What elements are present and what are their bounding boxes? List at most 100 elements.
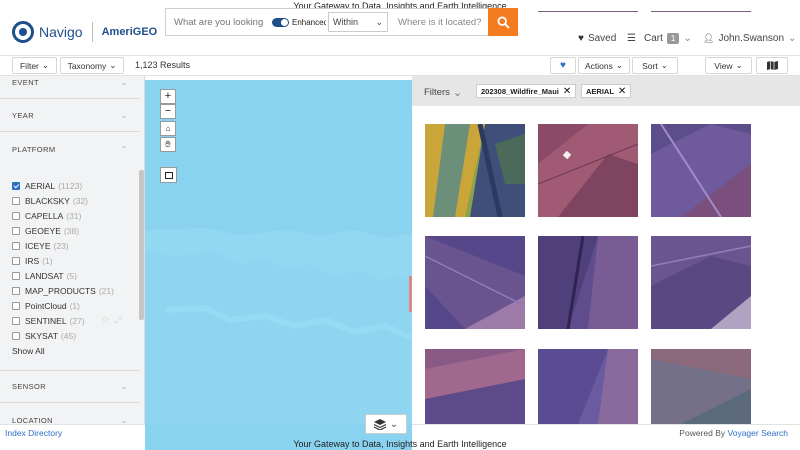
facet-checkbox[interactable] <box>12 197 20 205</box>
facet-section-event[interactable]: EVENT ⌄ <box>0 76 140 99</box>
actions-label: Actions <box>585 60 613 71</box>
taxonomy-label: Taxonomy <box>67 60 107 71</box>
voyager-search-link[interactable]: Voyager Search <box>728 428 788 438</box>
result-thumbnail[interactable] <box>425 236 525 329</box>
cart-count-badge: 1 <box>666 32 680 44</box>
search-bar: Enhanced Within ⌄ Where is it located? <box>165 8 517 36</box>
result-thumbnail[interactable] <box>651 349 751 424</box>
favorites-button[interactable]: ♥ <box>550 57 576 74</box>
facet-checkbox[interactable] <box>12 332 20 340</box>
show-all-link[interactable]: Show All <box>12 344 45 358</box>
home-extent-button[interactable]: ⌂ <box>160 121 176 136</box>
platform-facet-item[interactable]: SKYSAT (45) <box>12 329 76 343</box>
navigo-logo-icon <box>12 21 34 43</box>
result-thumbnail[interactable] <box>651 236 751 329</box>
zoom-in-button[interactable]: + <box>160 89 176 104</box>
aerial-image <box>538 124 638 217</box>
taxonomy-button[interactable]: Taxonomy ⌄ <box>60 57 124 74</box>
platform-facet-item[interactable]: PointCloud (1) <box>12 299 80 313</box>
platform-facet-item[interactable]: AERIAL (1123) <box>12 179 82 193</box>
facet-checkbox[interactable] <box>12 287 20 295</box>
logo-text: Navigo <box>39 24 83 40</box>
map-view[interactable] <box>145 80 412 448</box>
star-icon[interactable]: ☆ <box>101 315 110 326</box>
facet-checkbox[interactable] <box>12 257 20 265</box>
filter-chip-label: AERIAL <box>586 86 614 96</box>
saved-link[interactable]: ♥ Saved <box>578 28 616 48</box>
facet-label: IRS <box>25 256 40 266</box>
remove-filter-icon[interactable]: ✕ <box>618 86 626 97</box>
facet-checkbox[interactable] <box>12 302 20 310</box>
facet-section-sensor[interactable]: SENSOR ⌄ <box>0 370 140 403</box>
facet-sidebar: EVENT ⌄ YEAR ⌄ PLATFORM ⌃ AERIAL (1123) BL… <box>0 76 145 424</box>
facet-count: (21) <box>98 286 114 296</box>
filter-chip-label: 202308_Wildfire_Maui <box>481 86 559 96</box>
sidebar-scrollbar[interactable] <box>139 170 144 320</box>
search-button[interactable] <box>488 8 518 36</box>
cart-button[interactable]: ☰ Cart 1 ⌄ <box>627 28 692 48</box>
home-icon: ⌂ <box>165 123 171 133</box>
layers-button-overlay[interactable]: ⌄ <box>365 414 407 434</box>
result-thumbnail[interactable] <box>538 124 638 217</box>
search-input[interactable] <box>166 9 269 35</box>
platform-facet-item[interactable]: SENTINEL (27) <box>12 314 85 328</box>
chevron-down-icon: ⌄ <box>389 418 399 430</box>
sort-button[interactable]: Sort ⌄ <box>632 57 678 74</box>
enhanced-toggle[interactable] <box>272 17 289 27</box>
facet-checkbox[interactable] <box>12 227 20 235</box>
result-thumbnail[interactable] <box>425 349 525 424</box>
result-thumbnail[interactable] <box>538 236 638 329</box>
draw-rectangle-button[interactable] <box>160 167 177 183</box>
facet-label: CAPELLA <box>25 211 64 221</box>
user-icon: 👤︎ <box>703 32 715 43</box>
chevron-down-icon: ⌄ <box>41 60 49 70</box>
map-toggle-button[interactable] <box>756 57 788 74</box>
aerial-image <box>651 349 751 424</box>
view-button[interactable]: View ⌄ <box>705 57 752 74</box>
facet-checkbox[interactable] <box>12 242 20 250</box>
platform-facet-item[interactable]: MAP_PRODUCTS (21) <box>12 284 114 298</box>
platform-facet-item[interactable]: ICEYE (23) <box>12 239 69 253</box>
facet-checkbox[interactable] <box>12 212 20 220</box>
filter-chip: AERIAL ✕ <box>581 84 632 98</box>
result-thumbnail[interactable] <box>651 124 751 217</box>
result-thumbnail[interactable] <box>538 349 638 424</box>
facet-checkbox[interactable] <box>12 182 20 190</box>
remove-filter-icon[interactable]: ✕ <box>563 86 571 97</box>
actions-button[interactable]: Actions ⌄ <box>578 57 630 74</box>
facet-label: SKYSAT <box>25 331 58 341</box>
sort-label: Sort <box>642 60 658 71</box>
facet-label: BLACKSKY <box>25 196 70 206</box>
facet-section-location[interactable]: LOCATION ⌄ <box>0 404 140 425</box>
chevron-down-icon: ⌄ <box>615 60 623 70</box>
facet-section-year[interactable]: YEAR ⌄ <box>0 99 140 132</box>
pan-button[interactable]: ✋︎ <box>160 137 176 152</box>
aerial-image <box>538 349 638 424</box>
facet-label: ICEYE <box>25 241 51 251</box>
within-select[interactable]: Within ⌄ <box>328 12 388 32</box>
results-toolbar: Filter ⌄ Taxonomy ⌄ 1,123 Results ♥ Acti… <box>0 56 800 76</box>
facet-count: (1) <box>42 256 53 266</box>
footer-tagline: Your Gateway to Data, Insights and Earth… <box>293 439 507 449</box>
platform-facet-item[interactable]: IRS (1) <box>12 254 53 268</box>
navigo-logo[interactable]: Navigo AmeriGEO <box>12 21 157 43</box>
chevron-down-icon: ⌄ <box>120 382 128 391</box>
chevron-down-icon: ⌄ <box>788 32 797 44</box>
platform-facet-item[interactable]: BLACKSKY (32) <box>12 194 88 208</box>
facet-checkbox[interactable] <box>12 272 20 280</box>
index-directory-link[interactable]: Index Directory <box>5 428 62 438</box>
platform-facet-item[interactable]: CAPELLA (31) <box>12 209 81 223</box>
user-menu[interactable]: 👤︎ John.Swanson ⌄ <box>703 28 796 48</box>
facet-section-platform[interactable]: PLATFORM ⌃ <box>0 133 140 166</box>
result-thumbnail[interactable] <box>425 124 525 217</box>
link-icon[interactable]: ⤢ <box>115 316 121 326</box>
platform-facet-item[interactable]: GEOEYE (38) <box>12 224 79 238</box>
filter-button[interactable]: Filter ⌄ <box>12 57 57 74</box>
facet-label: PointCloud <box>25 301 67 311</box>
facet-checkbox[interactable] <box>12 317 20 325</box>
platform-facet-item[interactable]: LANDSAT (5) <box>12 269 77 283</box>
zoom-out-button[interactable]: − <box>160 104 176 119</box>
facet-label: MAP_PRODUCTS <box>25 286 96 296</box>
filters-toggle[interactable]: Filters ⌄ <box>424 86 462 99</box>
heart-icon: ♥ <box>578 32 584 44</box>
